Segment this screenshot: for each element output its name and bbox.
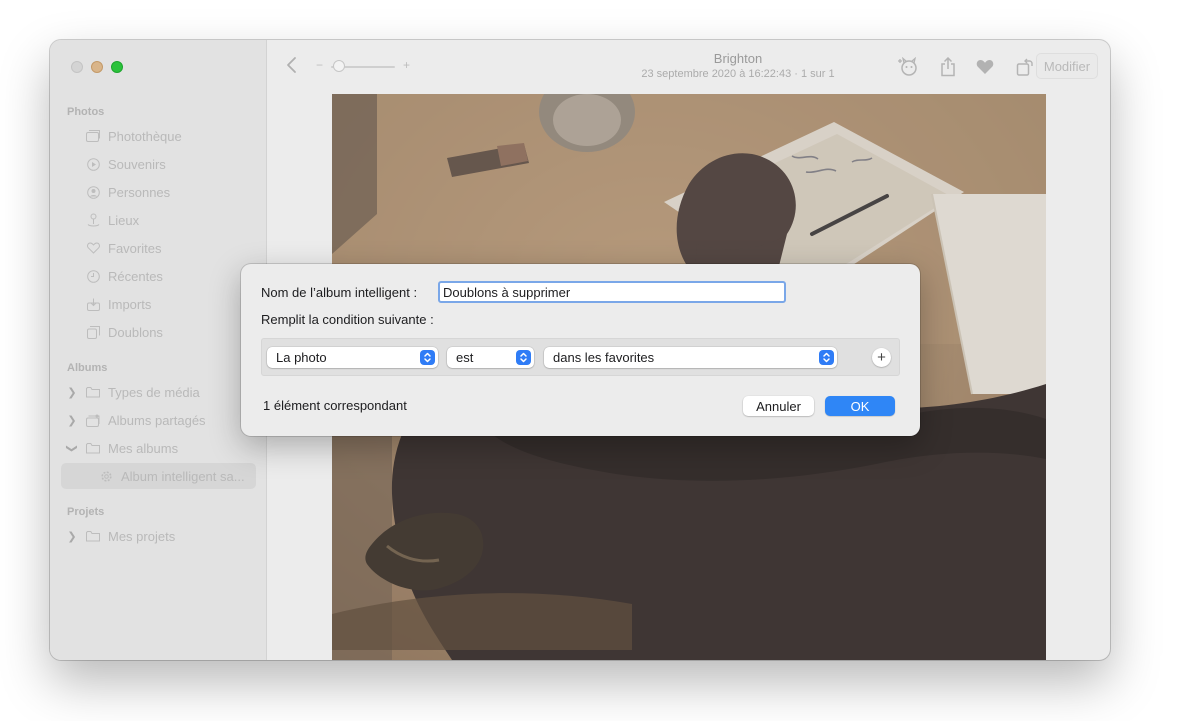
chevron-down-icon[interactable]: ❯: [66, 439, 79, 457]
zoom-slider-knob[interactable]: [333, 60, 345, 72]
gear-icon: [98, 469, 114, 483]
sidebar-item-label: Souvenirs: [108, 156, 166, 172]
sidebar-item-label: Récentes: [108, 268, 163, 284]
sidebar-item-favorites[interactable]: Favorites: [50, 235, 266, 261]
rule-field-value: La photo: [276, 350, 327, 365]
places-pin-icon: [85, 213, 101, 227]
photo-subtitle: 23 septembre 2020 à 16:22:43 · 1 sur 1: [641, 68, 835, 80]
sidebar-item-album-intelligent[interactable]: Album intelligent sa...: [61, 463, 256, 489]
sidebar-item-label: Lieux: [108, 212, 140, 228]
updown-chevron-icon: [420, 350, 435, 365]
zoom-in-label: +: [403, 58, 411, 72]
photo-title: Brighton: [713, 51, 763, 66]
rotate-icon[interactable]: [1013, 55, 1037, 79]
sidebar: Photos Photothèque Souvenirs Personnes L…: [50, 40, 267, 660]
sidebar-item-label: Doublons: [108, 324, 163, 340]
zoom-out-label: −: [316, 58, 324, 72]
updown-chevron-icon: [819, 350, 834, 365]
sidebar-item-lieux[interactable]: Lieux: [50, 207, 266, 233]
sidebar-item-phototheque[interactable]: Photothèque: [50, 123, 266, 149]
cancel-button[interactable]: Annuler: [743, 396, 814, 416]
chevron-right-icon[interactable]: ❯: [63, 530, 81, 543]
sidebar-section-albums: Albums: [67, 362, 108, 374]
sidebar-item-label: Favorites: [108, 240, 162, 256]
add-rule-button[interactable]: +: [872, 348, 891, 367]
sidebar-section-photos: Photos: [67, 106, 105, 118]
pet-face-icon[interactable]: [896, 55, 920, 79]
rule-operator-value: est: [456, 350, 474, 365]
close-window-button[interactable]: [71, 61, 83, 73]
updown-chevron-icon: [516, 350, 531, 365]
sidebar-item-label: Photothèque: [108, 128, 182, 144]
shared-album-icon: [85, 413, 101, 427]
rule-row: La photo est dans les favorites +: [261, 338, 900, 376]
chevron-left-icon[interactable]: [286, 56, 298, 79]
clock-icon: [85, 269, 101, 283]
ok-button[interactable]: OK: [825, 396, 895, 416]
minimize-window-button[interactable]: [91, 61, 103, 73]
match-count-label: 1 élément correspondant: [263, 398, 407, 413]
condition-label: Remplit la condition suivante :: [261, 312, 434, 327]
folder-icon: [85, 385, 101, 399]
sidebar-item-label: Types de média: [108, 384, 200, 400]
chevron-right-icon[interactable]: ❯: [63, 414, 81, 427]
sidebar-item-souvenirs[interactable]: Souvenirs: [50, 151, 266, 177]
folder-icon: [85, 441, 101, 455]
sidebar-section-projets: Projets: [67, 506, 105, 518]
sidebar-item-label: Mes projets: [108, 528, 176, 544]
sidebar-item-types-de-media[interactable]: ❯ Types de média: [50, 379, 266, 405]
sidebar-item-doublons[interactable]: Doublons: [50, 319, 266, 345]
rule-field-popup[interactable]: La photo: [267, 347, 438, 368]
toolbar: − + Brighton 23 septembre 2020 à 16:22:4…: [267, 40, 1110, 94]
people-icon: [85, 185, 101, 199]
album-name-field[interactable]: [438, 281, 786, 303]
sidebar-item-mes-albums[interactable]: ❯ Mes albums: [50, 435, 266, 461]
smart-album-dialog: Nom de l’album intelligent : Remplit la …: [241, 264, 920, 436]
sidebar-item-label: Imports: [108, 296, 152, 312]
folder-icon: [85, 529, 101, 543]
share-icon[interactable]: [936, 55, 960, 79]
sidebar-item-personnes[interactable]: Personnes: [50, 179, 266, 205]
sidebar-item-label: Personnes: [108, 184, 171, 200]
sidebar-item-label: Albums partagés: [108, 412, 206, 428]
sidebar-item-label: Mes albums: [108, 440, 179, 456]
duplicates-icon: [85, 325, 101, 339]
sidebar-item-imports[interactable]: Imports: [50, 291, 266, 317]
memories-icon: [85, 157, 101, 171]
rule-value-popup[interactable]: dans les favorites: [544, 347, 837, 368]
heart-icon: [85, 241, 101, 255]
sidebar-item-mes-projets[interactable]: ❯ Mes projets: [50, 523, 266, 549]
photo-library-icon: [85, 129, 101, 143]
sidebar-item-albums-partages[interactable]: ❯ Albums partagés: [50, 407, 266, 433]
chevron-right-icon[interactable]: ❯: [63, 386, 81, 399]
sidebar-item-recentes[interactable]: Récentes: [50, 263, 266, 289]
album-name-label: Nom de l’album intelligent :: [261, 285, 418, 300]
rule-operator-popup[interactable]: est: [447, 347, 534, 368]
edit-button[interactable]: Modifier: [1036, 53, 1098, 79]
sidebar-item-label: Album intelligent sa...: [121, 468, 245, 484]
heart-icon[interactable]: [973, 55, 997, 79]
rule-value-value: dans les favorites: [553, 350, 655, 365]
zoom-window-button[interactable]: [111, 61, 123, 73]
import-icon: [85, 297, 101, 311]
